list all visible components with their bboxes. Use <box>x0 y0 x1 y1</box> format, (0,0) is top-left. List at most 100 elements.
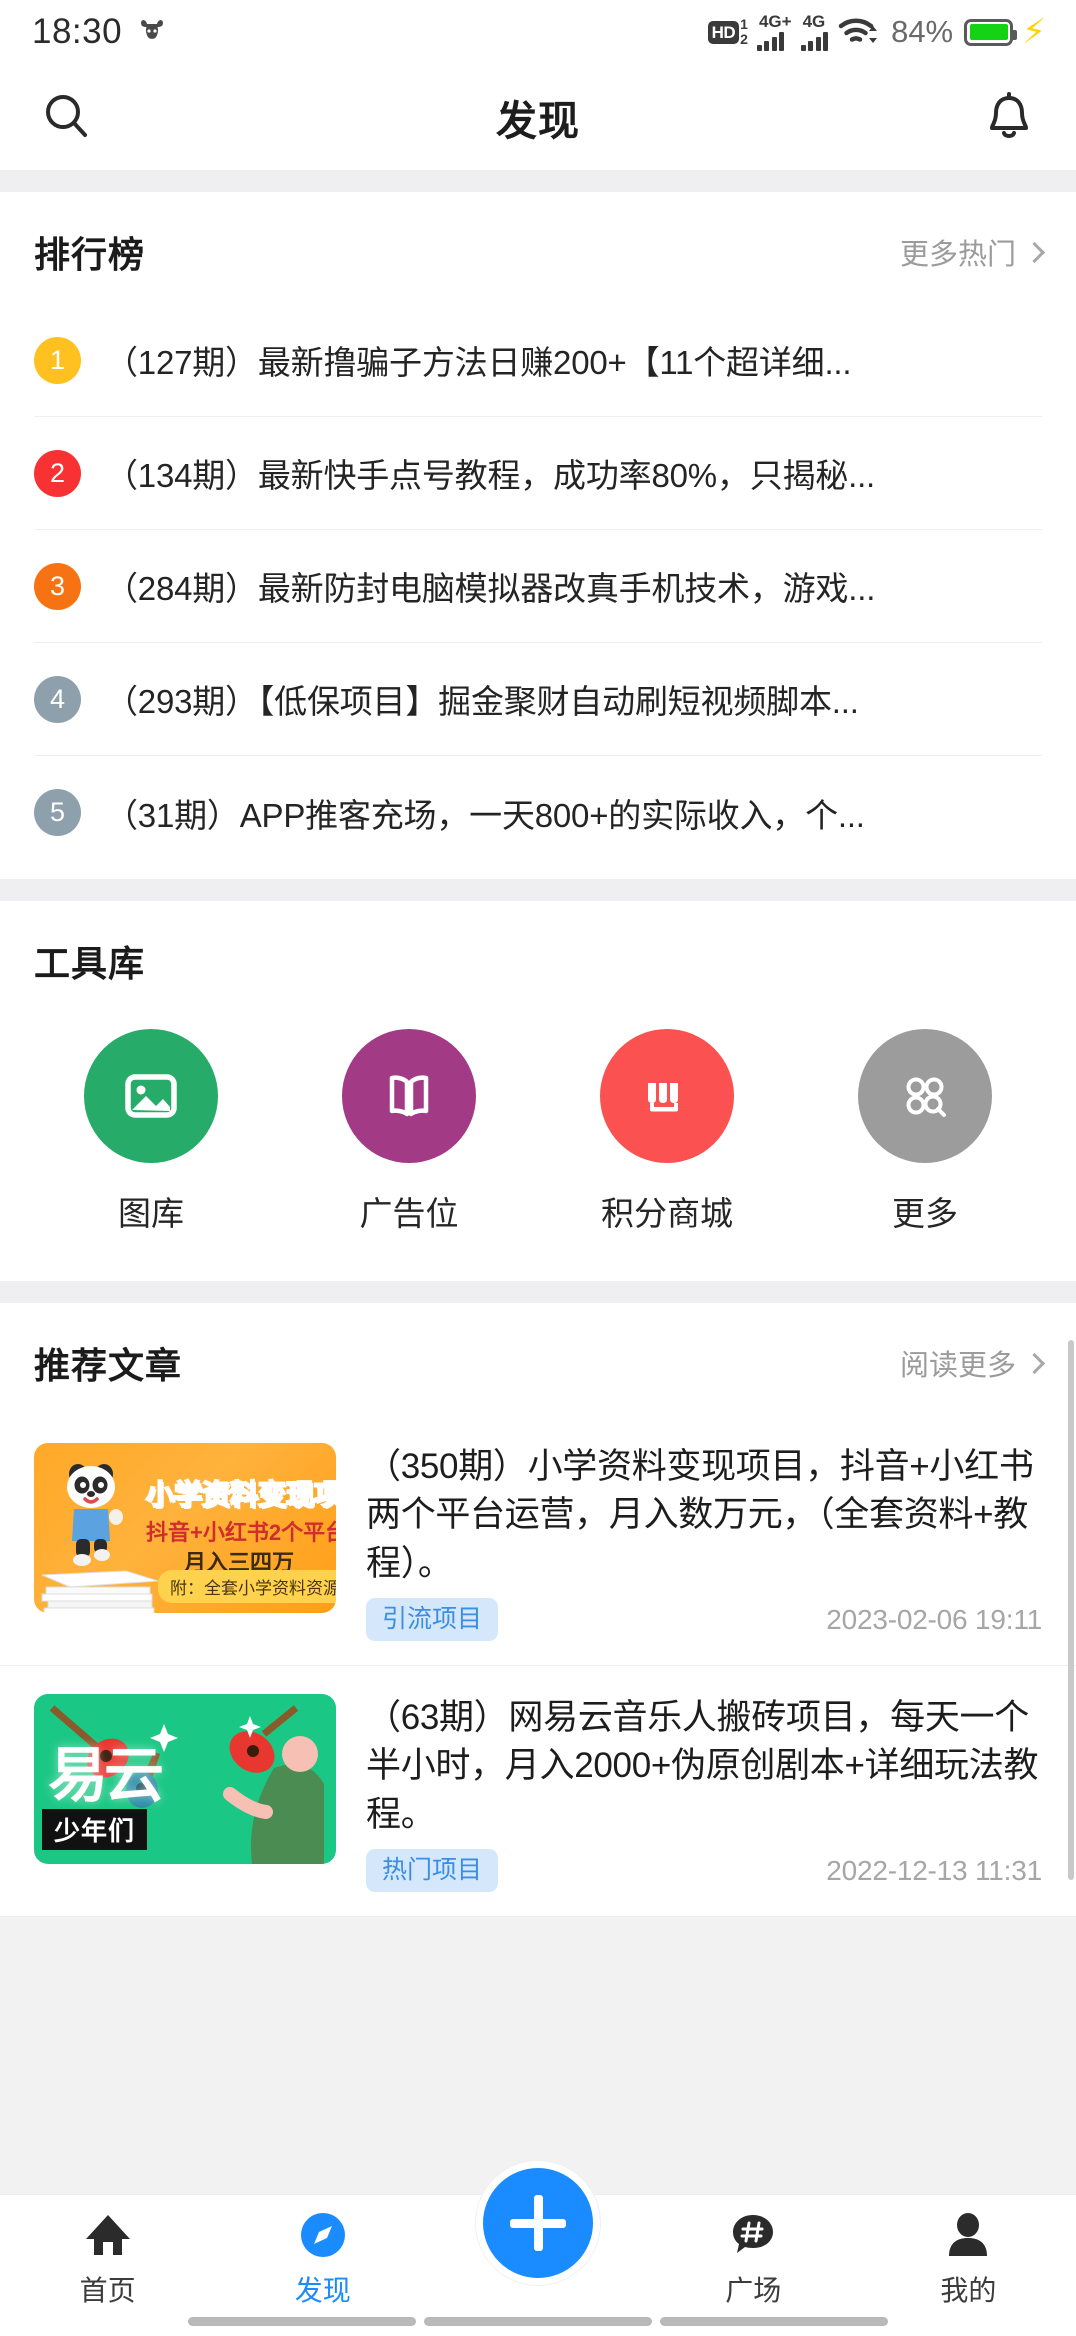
rank-title: （134期）最新快手点号教程，成功率80%，只揭秘... <box>105 457 876 494</box>
tab-home[interactable]: 首页 <box>0 2209 215 2309</box>
ranking-row[interactable]: 3 （284期）最新防封电脑模拟器改真手机技术，游戏... <box>34 530 1042 643</box>
rank-badge: 4 <box>34 675 81 723</box>
search-icon <box>46 95 87 137</box>
ranking-title: 排行榜 <box>34 234 146 275</box>
wifi-icon <box>838 18 878 43</box>
battery-icon <box>964 18 1018 46</box>
home-indicator <box>188 2317 888 2326</box>
tab-label: 我的 <box>940 2275 997 2306</box>
status-bar: 18:30 HD 1 2 4G+ 4G 84% ⚡ <box>0 0 1076 64</box>
tool-item-gallery[interactable]: 图库 <box>56 1029 246 1235</box>
rank-badge: 3 <box>34 562 81 610</box>
thumb-footnote: 附：全套小学资料资源+教 <box>158 1570 336 1603</box>
ranking-row[interactable]: 4 （293期）【低保项目】掘金聚财自动刷短视频脚本... <box>34 643 1042 756</box>
article-meta: 热门项目 2022-12-13 11:31 <box>366 1849 1042 1893</box>
image-gallery-icon <box>125 1074 177 1118</box>
tool-circle-more <box>858 1029 992 1163</box>
article-title: （63期）网易云音乐人搬砖项目，每天一个半小时，月入2000+伪原创剧本+详细玩… <box>366 1698 1039 1834</box>
rank-title: （284期）最新防封电脑模拟器改真手机技术，游戏... <box>105 570 876 607</box>
rank-title: （293期）【低保项目】掘金聚财自动刷短视频脚本... <box>105 683 859 720</box>
shop-store-icon <box>648 1083 678 1112</box>
hd-sup-1: 1 <box>740 16 748 33</box>
ranking-list: 1 （127期）最新撸骗子方法日赚200+【11个超详细... 2 （134期）… <box>0 304 1076 879</box>
tools-section: 工具库 图库 广告位 积分商城 更多 <box>0 901 1076 1281</box>
status-bar-right: HD 1 2 4G+ 4G 84% ⚡ <box>707 12 1046 51</box>
ox-head-icon <box>141 20 164 39</box>
grid-search-icon <box>906 1077 946 1117</box>
tool-label: 图库 <box>118 1195 184 1232</box>
article-tag[interactable]: 引流项目 <box>366 1597 499 1642</box>
tab-label: 广场 <box>725 2275 782 2306</box>
hd-sub-2: 2 <box>740 31 748 47</box>
article-title: （350期）小学资料变现项目，抖音+小红书两个平台运营，月入数万元，（全套资料+… <box>366 1447 1034 1583</box>
notification-button[interactable] <box>978 86 1040 148</box>
article-card[interactable]: 易云 少年们 （63期）网易云音乐人搬砖项目，每天一个半小时，月入2000+伪原… <box>0 1666 1076 1918</box>
tab-label: 发现 <box>294 2275 351 2306</box>
articles-title: 推荐文章 <box>34 1345 183 1386</box>
tool-item-points-mall[interactable]: 积分商城 <box>572 1029 762 1235</box>
tab-square[interactable]: 广场 <box>646 2209 861 2309</box>
tool-circle-points-mall <box>600 1029 734 1163</box>
article-tag[interactable]: 热门项目 <box>366 1849 499 1893</box>
notification-bell-icon <box>990 92 1028 138</box>
network-label-2: 4G <box>802 12 826 31</box>
panda-illustration-icon <box>67 1464 123 1566</box>
tool-label: 广告位 <box>359 1195 459 1232</box>
signal-icon-sim2: 4G <box>800 12 829 51</box>
ranking-row[interactable]: 1 （127期）最新撸骗子方法日赚200+【11个超详细... <box>34 304 1042 417</box>
article-meta: 引流项目 2023-02-06 19:11 <box>366 1597 1042 1642</box>
ranking-row[interactable]: 2 （134期）最新快手点号教程，成功率80%，只揭秘... <box>34 417 1042 530</box>
scrollbar[interactable] <box>1068 1340 1074 1880</box>
thumb-headline: 小学资料变现项 <box>145 1478 336 1511</box>
signal-icon-sim1: 4G+ <box>756 13 792 51</box>
status-bar-left: 18:30 <box>32 12 168 52</box>
thumb-brand-text: 易云 <box>48 1742 164 1810</box>
ranking-more-button[interactable]: 更多热门 <box>899 231 1046 273</box>
rank-title: （127期）最新撸骗子方法日赚200+【11个超详细... <box>105 344 852 381</box>
signal-bars-2 <box>800 31 829 51</box>
ranking-header: 排行榜 更多热门 <box>0 192 1076 304</box>
compass-icon <box>299 2209 347 2261</box>
article-thumbnail: 易云 少年们 <box>34 1694 336 1865</box>
rank-title: （31期）APP推客充场，一天800+的实际收入，个... <box>105 796 865 834</box>
article-time: 2023-02-06 19:11 <box>826 1603 1042 1635</box>
ranking-section: 排行榜 更多热门 1 （127期）最新撸骗子方法日赚200+【11个超详细...… <box>0 192 1076 879</box>
rank-badge: 5 <box>34 789 81 836</box>
tools-header: 工具库 <box>0 901 1076 1013</box>
article-body: （350期）小学资料变现项目，抖音+小红书两个平台运营，月入数万元，（全套资料+… <box>366 1443 1042 1642</box>
articles-header: 推荐文章 阅读更多 <box>0 1303 1076 1415</box>
ranking-row[interactable]: 5 （31期）APP推客充场，一天800+的实际收入，个... <box>34 756 1042 869</box>
articles-more-button[interactable]: 阅读更多 <box>899 1342 1046 1384</box>
tools-grid: 图库 广告位 积分商城 更多 <box>0 1013 1076 1281</box>
hd-sim-indices: 1 2 <box>740 17 748 46</box>
tool-item-ad-slot[interactable]: 广告位 <box>314 1029 504 1235</box>
article-time: 2022-12-13 11:31 <box>826 1854 1042 1886</box>
page-title: 发现 <box>496 98 580 144</box>
thumb-sub-banner: 少年们 <box>42 1809 148 1851</box>
tab-discover[interactable]: 发现 <box>215 2209 430 2309</box>
tool-label: 更多 <box>892 1195 958 1232</box>
chevron-right-icon <box>1023 241 1046 263</box>
tools-title: 工具库 <box>34 943 146 984</box>
tool-label: 积分商城 <box>601 1195 733 1232</box>
hashtag-bubble-icon <box>728 2209 778 2261</box>
lightning-bolt-icon: ⚡ <box>1022 13 1046 51</box>
tool-item-more[interactable]: 更多 <box>830 1029 1020 1235</box>
signal-bars-1 <box>756 31 785 51</box>
search-button[interactable] <box>36 86 98 148</box>
add-post-button[interactable] <box>476 2161 600 2285</box>
article-card[interactable]: 小学资料变现项 抖音+小红书2个平台 月入三四万 附：全套小学资料资源+教 （3… <box>0 1415 1076 1667</box>
ranking-more-label: 更多热门 <box>899 239 1016 271</box>
tab-profile[interactable]: 我的 <box>861 2209 1076 2309</box>
battery-percent: 84% <box>891 14 954 49</box>
hd-label: HD <box>707 20 740 44</box>
bottom-navigation: 首页 发现 广场 我的 <box>0 2161 1076 2336</box>
article-body: （63期）网易云音乐人搬砖项目，每天一个半小时，月入2000+伪原创剧本+详细玩… <box>366 1694 1042 1893</box>
app-header: 发现 <box>0 64 1076 170</box>
rank-badge: 2 <box>34 449 81 497</box>
chevron-right-icon <box>1023 1352 1046 1374</box>
home-icon <box>82 2209 134 2261</box>
articles-more-label: 阅读更多 <box>899 1350 1016 1382</box>
app-screen: 18:30 HD 1 2 4G+ 4G 84% ⚡ 发现 排行榜 更多热门 1 … <box>0 0 1076 2336</box>
books-stack-icon <box>41 1570 159 1613</box>
